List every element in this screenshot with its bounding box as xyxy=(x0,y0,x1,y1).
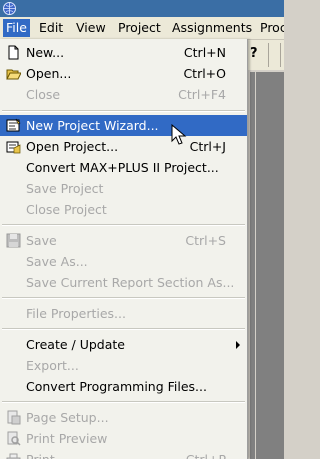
menu-item-label: Close Project xyxy=(26,202,107,217)
menu-item-label: Export... xyxy=(26,358,79,373)
menu-bar: File Edit View Project Assignments Proc xyxy=(0,17,284,40)
menu-item-shortcut: Ctrl+P xyxy=(186,451,226,459)
menu-assignments[interactable]: Assignments xyxy=(172,20,252,36)
menu-separator xyxy=(2,110,245,112)
menu-item-label: Open... xyxy=(26,66,72,81)
menu-item-label: Convert MAX+PLUS II Project... xyxy=(26,160,219,175)
menu-item-save[interactable]: Save Ctrl+S xyxy=(0,230,247,251)
menu-item-label: Convert Programming Files... xyxy=(26,379,207,394)
menu-item-shortcut: Ctrl+J xyxy=(189,139,226,154)
menu-item-close[interactable]: Close Ctrl+F4 xyxy=(0,84,247,105)
menu-item-save-as[interactable]: Save As... xyxy=(0,251,247,272)
menu-item-label: Create / Update xyxy=(26,337,125,352)
menu-item-label: Page Setup... xyxy=(26,410,109,425)
title-bar xyxy=(0,0,284,17)
menu-separator xyxy=(2,401,245,403)
menu-item-create-update[interactable]: Create / Update xyxy=(0,334,247,355)
menu-item-label: Print Preview xyxy=(26,431,108,446)
menu-item-label: Open Project... xyxy=(26,139,119,154)
menu-item-label: New... xyxy=(26,45,65,60)
menu-item-shortcut: Ctrl+N xyxy=(183,45,226,60)
menu-file[interactable]: File xyxy=(3,19,30,37)
menu-item-save-project[interactable]: Save Project xyxy=(0,178,247,199)
mouse-cursor-icon xyxy=(171,124,187,145)
menu-item-print[interactable]: Print Ctrl+P xyxy=(0,449,247,459)
menu-item-page-setup[interactable]: Page Setup... xyxy=(0,407,247,428)
menu-item-print-preview[interactable]: Print Preview xyxy=(0,428,247,449)
menu-item-convert-programming-files[interactable]: Convert Programming Files... xyxy=(0,376,247,397)
file-menu-dropdown: New... Ctrl+N Open... Ctrl+O Close Ctrl+… xyxy=(0,39,248,459)
menu-item-new[interactable]: New... Ctrl+N xyxy=(0,42,247,63)
menu-separator xyxy=(2,224,245,226)
new-document-icon xyxy=(8,45,19,60)
menu-item-label: Save As... xyxy=(26,254,88,269)
menu-item-label: New Project Wizard... xyxy=(26,118,159,133)
menu-item-open[interactable]: Open... Ctrl+O xyxy=(0,63,247,84)
menu-item-file-properties[interactable]: File Properties... xyxy=(0,303,247,324)
menu-item-label: Save Current Report Section As... xyxy=(26,275,235,290)
menu-item-label: Close xyxy=(26,87,61,102)
save-disk-icon xyxy=(6,233,21,248)
menu-item-label: Print xyxy=(26,451,55,459)
menu-item-label: Save Project xyxy=(26,181,104,196)
project-wizard-icon xyxy=(6,118,21,132)
menu-item-save-report-section[interactable]: Save Current Report Section As... xyxy=(0,272,247,293)
menu-project[interactable]: Project xyxy=(118,20,161,36)
open-project-icon xyxy=(6,141,21,154)
open-folder-icon xyxy=(6,69,21,80)
menu-item-label: File Properties... xyxy=(26,306,126,321)
menu-item-shortcut: Ctrl+S xyxy=(185,233,226,248)
toolbar-separator xyxy=(268,43,269,67)
page-setup-icon xyxy=(7,410,21,425)
context-help-button[interactable]: ? xyxy=(250,46,258,61)
menu-item-open-project[interactable]: Open Project... Ctrl+J xyxy=(0,136,247,157)
menu-item-close-project[interactable]: Close Project xyxy=(0,199,247,220)
submenu-arrow-icon xyxy=(236,341,240,349)
menu-separator xyxy=(2,328,245,330)
menu-item-export[interactable]: Export... xyxy=(0,355,247,376)
menu-item-new-project-wizard[interactable]: New Project Wizard... xyxy=(0,115,247,136)
app-globe-icon xyxy=(3,2,16,15)
menu-item-shortcut: Ctrl+F4 xyxy=(178,87,226,102)
menu-item-label: Save xyxy=(26,233,57,248)
menu-separator xyxy=(2,297,245,299)
menu-item-shortcut: Ctrl+O xyxy=(183,66,226,81)
workspace-area xyxy=(250,72,284,459)
toolbar-separator xyxy=(280,43,281,67)
menu-edit[interactable]: Edit xyxy=(39,20,63,36)
print-preview-icon xyxy=(7,431,21,446)
menu-item-convert-maxplus[interactable]: Convert MAX+PLUS II Project... xyxy=(0,157,247,178)
menu-processing[interactable]: Proc xyxy=(260,20,284,36)
printer-icon xyxy=(6,453,21,459)
menu-view[interactable]: View xyxy=(76,20,106,36)
